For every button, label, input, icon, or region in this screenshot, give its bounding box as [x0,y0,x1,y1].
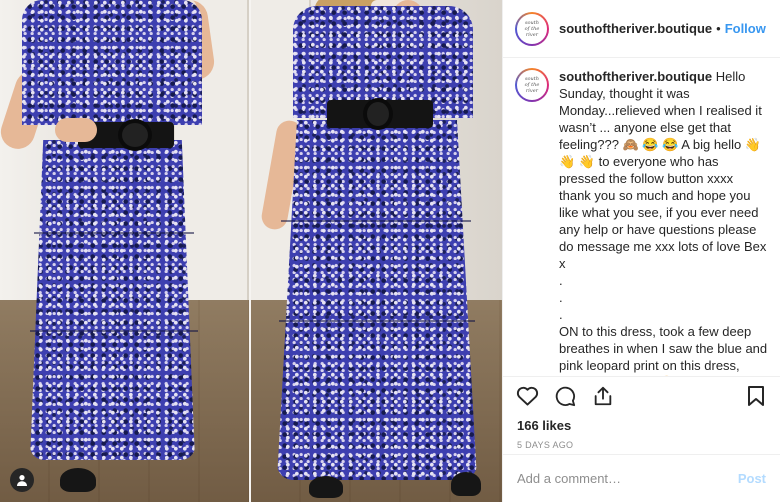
caption-body: Hello Sunday, thought it was Monday...re… [559,69,768,376]
post-header: south of the river southoftheriver.boutiq… [503,0,780,58]
header-username-link[interactable]: southoftheriver.boutique [559,21,712,36]
post-side-panel: south of the river southoftheriver.boutiq… [502,0,780,502]
user-icon [17,475,27,486]
caption-username-link[interactable]: southoftheriver.boutique [559,69,712,84]
instagram-post: south of the river southoftheriver.boutiq… [0,0,780,502]
tagged-users-button[interactable] [10,468,34,492]
avatar[interactable]: south of the river [515,11,549,46]
skirt-tier [30,330,198,332]
avatar-logo: south of the river [517,13,547,44]
boutique-logo-icon: south of the river [524,76,540,94]
dress-skirt [277,120,477,480]
photo-panel-right [251,0,502,502]
action-bar [503,376,780,414]
heart-icon [516,386,538,406]
save-button[interactable] [744,384,768,408]
post-timestamp[interactable]: 5 DAYS AGO [503,436,780,454]
caption-section[interactable]: south of the river southoftheriver.boutiq… [503,58,780,376]
skirt-tier [34,232,194,234]
skirt-tier [281,220,471,222]
belt-buckle [118,119,152,151]
share-icon [594,386,612,405]
belt-buckle [363,98,393,130]
shoe [309,476,343,498]
comment-button[interactable] [553,384,577,408]
likes-count[interactable]: 166 likes [503,414,780,436]
dress-skirt [30,140,195,460]
post-photo[interactable] [0,0,502,502]
comment-input[interactable] [517,471,738,486]
comment-icon [555,386,576,406]
skirt-tier [279,320,475,322]
like-button[interactable] [515,384,539,408]
boutique-logo-icon: south of the river [524,19,540,38]
separator-dot: • [716,21,721,36]
avatar-logo: south of the river [517,70,547,100]
hand-on-hip [55,118,97,142]
shoe [451,472,481,496]
shoe [60,468,96,492]
dress-bodice [22,0,202,125]
photo-panel-left [0,0,249,502]
caption-avatar[interactable]: south of the river [515,68,549,102]
caption-text: southoftheriver.boutique Hello Sunday, t… [559,68,768,376]
comment-bar: Post [503,454,780,502]
post-comment-button[interactable]: Post [738,471,766,486]
bookmark-icon [748,385,764,406]
follow-button[interactable]: Follow [725,21,766,36]
share-button[interactable] [591,384,615,408]
